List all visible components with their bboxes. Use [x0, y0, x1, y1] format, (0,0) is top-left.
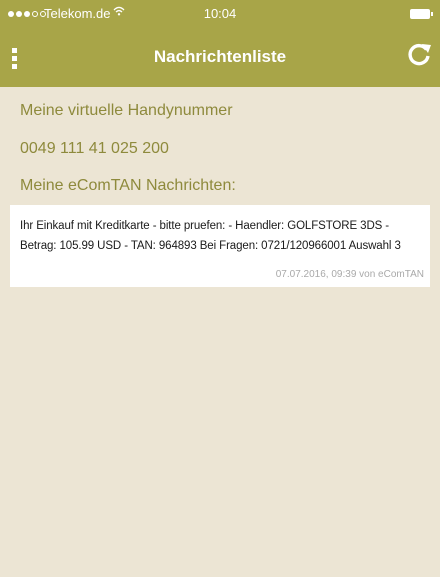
message-list-item[interactable]: Ihr Einkauf mit Kreditkarte - bitte prue…	[10, 205, 430, 287]
refresh-button[interactable]	[404, 40, 434, 70]
top-bar: Telekom.de 10:04 Nachrichtenliste	[0, 0, 440, 87]
battery-icon	[410, 9, 434, 19]
phone-number-heading: Meine virtuelle Handynummer	[20, 102, 233, 119]
message-text: Ihr Einkauf mit Kreditkarte - bitte prue…	[20, 220, 401, 252]
message-timestamp: 07.07.2016, 09:39 von eComTAN	[275, 269, 424, 280]
messages-heading: Meine eComTAN Nachrichten:	[20, 177, 236, 194]
phone-number-value: 0049 111 41 025 200	[20, 140, 169, 157]
page-title: Nachrichtenliste	[153, 47, 287, 66]
refresh-icon	[408, 44, 431, 66]
status-time: 10:04	[203, 6, 237, 21]
status-bar: Telekom.de 10:04	[0, 0, 440, 28]
navigation-bar: Nachrichtenliste	[0, 28, 440, 87]
